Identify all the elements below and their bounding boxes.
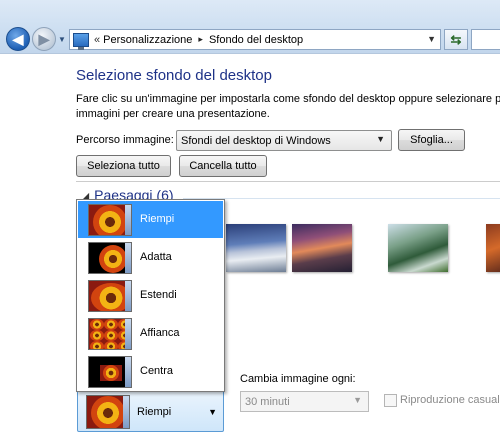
position-option-fill[interactable]: Riempi <box>78 201 223 238</box>
landscape-thumbnail[interactable] <box>292 224 352 272</box>
flower-image <box>103 365 119 381</box>
overflow-chevron[interactable]: « <box>94 34 100 46</box>
taskbar-strip <box>125 281 131 311</box>
landscape-thumbnail[interactable] <box>388 224 448 272</box>
position-option-center[interactable]: Centra <box>78 353 223 390</box>
change-interval-label: Cambia immagine ogni: <box>240 373 356 385</box>
address-history-dropdown-icon[interactable]: ▼ <box>427 34 436 44</box>
back-button[interactable]: ◀ <box>6 27 30 51</box>
browse-button[interactable]: Sfoglia... <box>398 129 465 151</box>
breadcrumb-separator-icon[interactable]: ▸ <box>198 34 203 45</box>
taskbar-strip <box>125 205 131 235</box>
select-all-button[interactable]: Seleziona tutto <box>76 155 171 177</box>
picture-position-dropdown: Riempi Adatta Estendi Affianca Centra <box>76 199 225 392</box>
chevron-down-icon: ▼ <box>208 407 217 417</box>
chevron-down-icon: ▼ <box>353 395 362 405</box>
change-interval-select[interactable]: 30 minuti ▼ <box>240 391 369 412</box>
picture-position-value: Riempi <box>137 406 172 418</box>
flower-image <box>99 245 127 273</box>
position-option-label: Affianca <box>140 327 180 339</box>
shuffle-label: Riproduzione casuale <box>400 394 500 406</box>
group-divider <box>183 198 500 199</box>
change-interval-value: 30 minuti <box>245 395 290 408</box>
picture-location-label: Percorso immagine: <box>76 134 174 146</box>
forward-button[interactable]: ▶ <box>32 27 56 51</box>
taskbar-strip <box>125 243 131 273</box>
position-option-label: Riempi <box>140 213 175 225</box>
fill-icon <box>86 395 130 429</box>
clear-all-button[interactable]: Cancella tutto <box>179 155 267 177</box>
breadcrumb-desktop-background[interactable]: Sfondo del desktop <box>209 34 303 46</box>
landscape-thumbnail[interactable] <box>226 224 286 272</box>
fill-icon <box>88 204 132 236</box>
back-arrow-icon: ◀ <box>12 30 24 47</box>
picture-location-select[interactable]: Sfondi del desktop di Windows ▼ <box>176 130 392 151</box>
stretch-icon <box>88 280 132 312</box>
position-option-tile[interactable]: Affianca <box>78 315 223 352</box>
flower-image <box>93 205 127 235</box>
picture-location-value: Sfondi del desktop di Windows <box>181 134 331 147</box>
refresh-icon: ⇆ <box>450 31 462 47</box>
control-panel-icon <box>73 32 89 50</box>
picture-position-select[interactable]: Riempi ▼ <box>77 390 224 432</box>
flower-image <box>91 396 125 428</box>
page-description: Fare clic su un'immagine per impostarla … <box>76 93 500 120</box>
position-option-label: Estendi <box>140 289 177 301</box>
flower-image <box>104 341 118 349</box>
flower-image <box>90 319 104 330</box>
taskbar-strip <box>123 396 129 428</box>
fit-icon <box>88 242 132 274</box>
position-option-fit[interactable]: Adatta <box>78 239 223 276</box>
flower-image <box>104 330 118 341</box>
position-option-label: Adatta <box>140 251 172 263</box>
forward-arrow-icon: ▶ <box>38 30 50 47</box>
page-title: Selezione sfondo del desktop <box>76 67 272 84</box>
flower-image <box>90 330 104 341</box>
taskbar-strip <box>125 357 131 387</box>
center-icon <box>88 356 132 388</box>
landscape-thumbnail[interactable] <box>486 224 500 272</box>
flower-image <box>90 341 104 349</box>
taskbar-strip <box>125 319 131 349</box>
position-option-stretch[interactable]: Estendi <box>78 277 223 314</box>
refresh-button[interactable]: ⇆ <box>444 29 468 50</box>
chevron-down-icon: ▼ <box>376 134 385 144</box>
address-bar[interactable]: « Personalizzazione ▸ Sfondo del desktop… <box>69 29 441 50</box>
recent-pages-dropdown-icon[interactable]: ▼ <box>58 35 67 44</box>
search-input[interactable] <box>471 29 500 50</box>
shuffle-checkbox[interactable] <box>384 394 397 407</box>
flower-image <box>104 319 118 330</box>
position-option-label: Centra <box>140 365 174 377</box>
explorer-navigation-bar: ◀ ▶ ▼ « Personalizzazione ▸ Sfondo del d… <box>0 0 500 54</box>
tile-icon <box>88 318 132 350</box>
breadcrumb-personalization[interactable]: Personalizzazione <box>103 34 192 46</box>
